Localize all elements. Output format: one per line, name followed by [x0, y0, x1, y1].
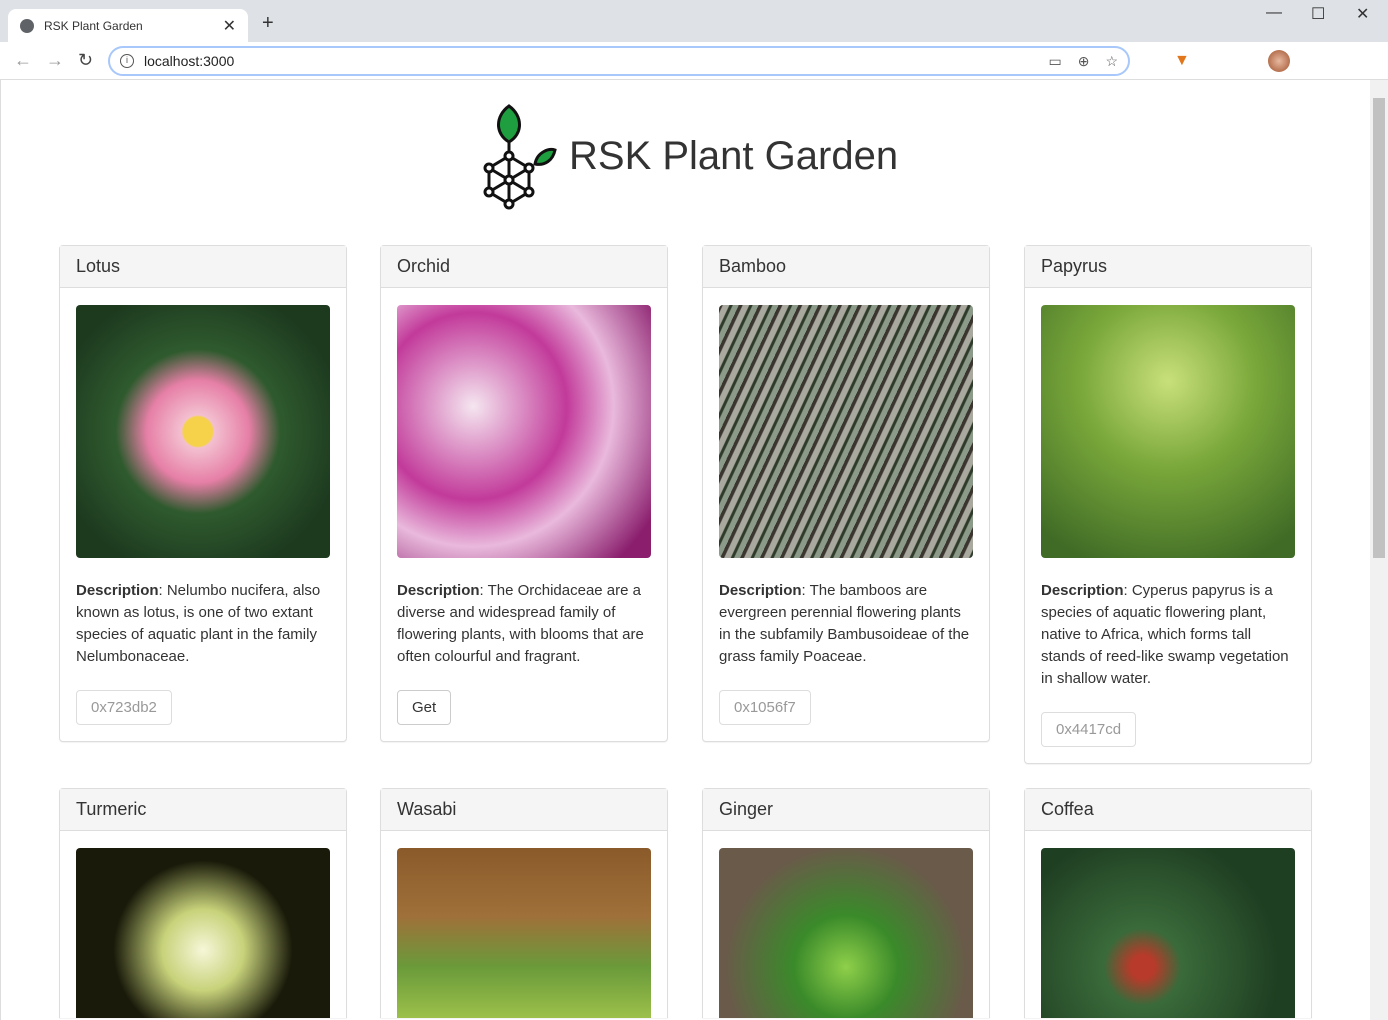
plant-image — [1041, 305, 1295, 558]
page-content: RSK Plant Garden Lotus Description: Nelu… — [0, 80, 1370, 1020]
card-title: Coffea — [1025, 789, 1311, 831]
card-title: Wasabi — [381, 789, 667, 831]
browser-tab[interactable]: RSK Plant Garden ✕ — [8, 9, 248, 42]
plant-image — [397, 848, 651, 1018]
plant-image — [76, 848, 330, 1018]
maximize-button[interactable]: ☐ — [1311, 4, 1325, 24]
forward-button[interactable]: → — [46, 50, 64, 71]
card-title: Turmeric — [60, 789, 346, 831]
card-title: Papyrus — [1025, 246, 1311, 288]
owner-address-button[interactable]: 0x1056f7 — [719, 690, 811, 725]
plant-image — [719, 305, 973, 558]
owner-address-button[interactable]: 0x4417cd — [1041, 712, 1137, 747]
profile-avatar[interactable] — [1268, 50, 1290, 72]
scrollbar[interactable] — [1370, 80, 1388, 1020]
description-label: Description — [1041, 582, 1124, 599]
tab-title: RSK Plant Garden — [44, 18, 143, 33]
minimize-button[interactable]: — — [1266, 4, 1282, 22]
plant-card-orchid: Orchid Description: The Orchidaceae are … — [380, 245, 668, 742]
description-label: Description — [397, 582, 480, 599]
plant-image — [719, 848, 973, 1018]
scrollbar-thumb[interactable] — [1373, 98, 1385, 558]
plant-image — [76, 305, 330, 558]
card-title: Orchid — [381, 246, 667, 288]
new-tab-button[interactable]: + — [262, 12, 274, 35]
description-label: Description — [719, 582, 802, 599]
tab-bar: RSK Plant Garden ✕ + — ☐ ✕ — [0, 0, 1388, 42]
card-title: Bamboo — [703, 246, 989, 288]
card-title: Lotus — [60, 246, 346, 288]
address-bar[interactable]: i localhost:3000 ▭ ⊕ ☆ — [108, 46, 1130, 76]
cast-icon[interactable]: ▭ — [1048, 53, 1061, 70]
page-header: RSK Plant Garden — [479, 102, 898, 210]
owner-address-button[interactable]: 0x723db2 — [76, 690, 172, 725]
reload-button[interactable]: ↻ — [78, 50, 93, 71]
plant-card-ginger: Ginger — [702, 788, 990, 1018]
plant-card-lotus: Lotus Description: Nelumbo nucifera, als… — [59, 245, 347, 742]
globe-icon — [20, 18, 34, 33]
plant-card-wasabi: Wasabi — [380, 788, 668, 1018]
close-window-button[interactable]: ✕ — [1356, 4, 1369, 24]
plant-image — [1041, 848, 1295, 1018]
zoom-icon[interactable]: ⊕ — [1078, 53, 1090, 70]
plant-card-papyrus: Papyrus Description: Cyperus papyrus is … — [1024, 245, 1312, 764]
page-title: RSK Plant Garden — [569, 133, 899, 178]
plant-card-turmeric: Turmeric — [59, 788, 347, 1018]
description-label: Description — [76, 582, 159, 599]
rsk-plant-logo-icon — [483, 104, 557, 210]
plant-image — [397, 305, 651, 558]
back-button[interactable]: ← — [14, 50, 32, 71]
get-button[interactable]: Get — [397, 690, 452, 725]
browser-toolbar: ← → ↻ i localhost:3000 ▭ ⊕ ☆ ▼ — [0, 42, 1388, 80]
close-tab-icon[interactable]: ✕ — [223, 16, 236, 36]
info-icon[interactable]: i — [120, 54, 134, 68]
url-text: localhost:3000 — [144, 53, 235, 69]
plant-card-bamboo: Bamboo Description: The bamboos are ever… — [702, 245, 990, 742]
star-icon[interactable]: ☆ — [1105, 53, 1118, 70]
metamask-fox-icon[interactable]: ▼ — [1174, 52, 1190, 70]
card-title: Ginger — [703, 789, 989, 831]
plant-card-coffea: Coffea — [1024, 788, 1312, 1018]
